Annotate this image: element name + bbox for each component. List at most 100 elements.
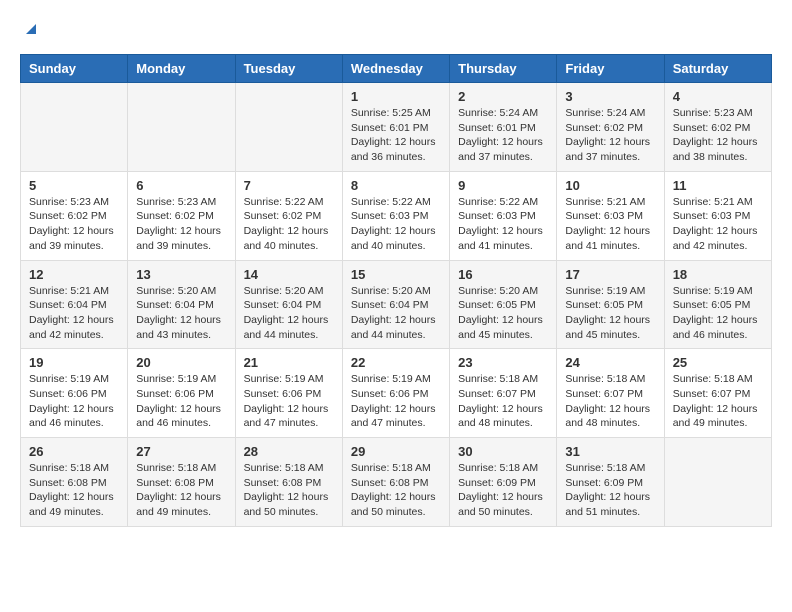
- calendar-body: 1 Sunrise: 5:25 AM Sunset: 6:01 PM Daylig…: [21, 83, 772, 527]
- day-info: Sunrise: 5:19 AM Sunset: 6:06 PM Dayligh…: [136, 372, 226, 431]
- day-info: Sunrise: 5:21 AM Sunset: 6:04 PM Dayligh…: [29, 284, 119, 343]
- day-number: 15: [351, 267, 441, 282]
- calendar-cell-4-5: 31 Sunrise: 5:18 AM Sunset: 6:09 PM Dayli…: [557, 438, 664, 527]
- day-number: 23: [458, 355, 548, 370]
- calendar-row-4: 26 Sunrise: 5:18 AM Sunset: 6:08 PM Dayli…: [21, 438, 772, 527]
- calendar-cell-1-3: 8 Sunrise: 5:22 AM Sunset: 6:03 PM Daylig…: [342, 171, 449, 260]
- calendar-row-2: 12 Sunrise: 5:21 AM Sunset: 6:04 PM Dayli…: [21, 260, 772, 349]
- weekday-header-monday: Monday: [128, 55, 235, 83]
- day-info: Sunrise: 5:19 AM Sunset: 6:06 PM Dayligh…: [351, 372, 441, 431]
- day-number: 16: [458, 267, 548, 282]
- calendar-cell-1-2: 7 Sunrise: 5:22 AM Sunset: 6:02 PM Daylig…: [235, 171, 342, 260]
- day-number: 27: [136, 444, 226, 459]
- weekday-header-friday: Friday: [557, 55, 664, 83]
- weekday-header-saturday: Saturday: [664, 55, 771, 83]
- day-number: 25: [673, 355, 763, 370]
- day-number: 4: [673, 89, 763, 104]
- weekday-header-sunday: Sunday: [21, 55, 128, 83]
- calendar-cell-1-1: 6 Sunrise: 5:23 AM Sunset: 6:02 PM Daylig…: [128, 171, 235, 260]
- day-number: 12: [29, 267, 119, 282]
- day-number: 17: [565, 267, 655, 282]
- day-info: Sunrise: 5:21 AM Sunset: 6:03 PM Dayligh…: [673, 195, 763, 254]
- calendar-row-0: 1 Sunrise: 5:25 AM Sunset: 6:01 PM Daylig…: [21, 83, 772, 172]
- day-number: 2: [458, 89, 548, 104]
- logo: [20, 20, 40, 38]
- day-number: 20: [136, 355, 226, 370]
- day-number: 1: [351, 89, 441, 104]
- logo-triangle-icon: [22, 20, 40, 38]
- calendar-cell-2-0: 12 Sunrise: 5:21 AM Sunset: 6:04 PM Dayli…: [21, 260, 128, 349]
- day-info: Sunrise: 5:18 AM Sunset: 6:08 PM Dayligh…: [136, 461, 226, 520]
- day-number: 31: [565, 444, 655, 459]
- calendar-cell-3-4: 23 Sunrise: 5:18 AM Sunset: 6:07 PM Dayli…: [450, 349, 557, 438]
- day-info: Sunrise: 5:22 AM Sunset: 6:03 PM Dayligh…: [351, 195, 441, 254]
- day-info: Sunrise: 5:23 AM Sunset: 6:02 PM Dayligh…: [136, 195, 226, 254]
- calendar-cell-3-0: 19 Sunrise: 5:19 AM Sunset: 6:06 PM Dayli…: [21, 349, 128, 438]
- calendar-cell-1-0: 5 Sunrise: 5:23 AM Sunset: 6:02 PM Daylig…: [21, 171, 128, 260]
- day-info: Sunrise: 5:20 AM Sunset: 6:04 PM Dayligh…: [136, 284, 226, 343]
- calendar-cell-0-3: 1 Sunrise: 5:25 AM Sunset: 6:01 PM Daylig…: [342, 83, 449, 172]
- calendar-cell-3-6: 25Sunrise: 5:18 AM Sunset: 6:07 PM Dayli…: [664, 349, 771, 438]
- calendar-cell-0-0: [21, 83, 128, 172]
- day-number: 28: [244, 444, 334, 459]
- calendar-cell-0-5: 3Sunrise: 5:24 AM Sunset: 6:02 PM Daylig…: [557, 83, 664, 172]
- page-header: [20, 20, 772, 38]
- day-info: Sunrise: 5:19 AM Sunset: 6:06 PM Dayligh…: [244, 372, 334, 431]
- calendar-cell-0-4: 2Sunrise: 5:24 AM Sunset: 6:01 PM Daylig…: [450, 83, 557, 172]
- weekday-header-row: SundayMondayTuesdayWednesdayThursdayFrid…: [21, 55, 772, 83]
- calendar-cell-4-1: 27 Sunrise: 5:18 AM Sunset: 6:08 PM Dayli…: [128, 438, 235, 527]
- calendar-cell-4-6: [664, 438, 771, 527]
- day-info: Sunrise: 5:19 AM Sunset: 6:05 PM Dayligh…: [565, 284, 655, 343]
- day-number: 29: [351, 444, 441, 459]
- day-number: 7: [244, 178, 334, 193]
- calendar-cell-2-6: 18 Sunrise: 5:19 AM Sunset: 6:05 PM Dayli…: [664, 260, 771, 349]
- day-info: Sunrise: 5:18 AM Sunset: 6:08 PM Dayligh…: [244, 461, 334, 520]
- calendar-cell-4-0: 26 Sunrise: 5:18 AM Sunset: 6:08 PM Dayli…: [21, 438, 128, 527]
- calendar-cell-3-5: 24Sunrise: 5:18 AM Sunset: 6:07 PM Dayli…: [557, 349, 664, 438]
- weekday-header-thursday: Thursday: [450, 55, 557, 83]
- day-number: 22: [351, 355, 441, 370]
- day-info: Sunrise: 5:18 AM Sunset: 6:07 PM Dayligh…: [458, 372, 548, 431]
- day-info: Sunrise: 5:18 AM Sunset: 6:08 PM Dayligh…: [29, 461, 119, 520]
- weekday-header-tuesday: Tuesday: [235, 55, 342, 83]
- calendar-cell-3-1: 20 Sunrise: 5:19 AM Sunset: 6:06 PM Dayli…: [128, 349, 235, 438]
- calendar-cell-2-1: 13 Sunrise: 5:20 AM Sunset: 6:04 PM Dayli…: [128, 260, 235, 349]
- calendar-cell-0-6: 4 Sunrise: 5:23 AM Sunset: 6:02 PM Daylig…: [664, 83, 771, 172]
- day-number: 14: [244, 267, 334, 282]
- day-number: 30: [458, 444, 548, 459]
- calendar-cell-3-2: 21 Sunrise: 5:19 AM Sunset: 6:06 PM Dayli…: [235, 349, 342, 438]
- day-info: Sunrise: 5:22 AM Sunset: 6:02 PM Dayligh…: [244, 195, 334, 254]
- day-info: Sunrise: 5:22 AM Sunset: 6:03 PM Dayligh…: [458, 195, 548, 254]
- calendar-cell-2-4: 16 Sunrise: 5:20 AM Sunset: 6:05 PM Dayli…: [450, 260, 557, 349]
- day-info: Sunrise: 5:21 AM Sunset: 6:03 PM Dayligh…: [565, 195, 655, 254]
- day-number: 3: [565, 89, 655, 104]
- day-info: Sunrise: 5:20 AM Sunset: 6:04 PM Dayligh…: [351, 284, 441, 343]
- day-number: 11: [673, 178, 763, 193]
- day-number: 10: [565, 178, 655, 193]
- day-info: Sunrise: 5:20 AM Sunset: 6:05 PM Dayligh…: [458, 284, 548, 343]
- day-number: 13: [136, 267, 226, 282]
- calendar-cell-4-2: 28 Sunrise: 5:18 AM Sunset: 6:08 PM Dayli…: [235, 438, 342, 527]
- day-info: Sunrise: 5:23 AM Sunset: 6:02 PM Dayligh…: [673, 106, 763, 165]
- day-info: Sunrise: 5:23 AM Sunset: 6:02 PM Dayligh…: [29, 195, 119, 254]
- day-info: Sunrise: 5:18 AM Sunset: 6:08 PM Dayligh…: [351, 461, 441, 520]
- day-info: Sunrise: 5:18 AM Sunset: 6:09 PM Dayligh…: [565, 461, 655, 520]
- calendar-cell-1-6: 11 Sunrise: 5:21 AM Sunset: 6:03 PM Dayli…: [664, 171, 771, 260]
- day-number: 6: [136, 178, 226, 193]
- calendar-row-3: 19 Sunrise: 5:19 AM Sunset: 6:06 PM Dayli…: [21, 349, 772, 438]
- day-info: Sunrise: 5:19 AM Sunset: 6:05 PM Dayligh…: [673, 284, 763, 343]
- day-number: 26: [29, 444, 119, 459]
- day-info: Sunrise: 5:25 AM Sunset: 6:01 PM Dayligh…: [351, 106, 441, 165]
- calendar-table: SundayMondayTuesdayWednesdayThursdayFrid…: [20, 54, 772, 527]
- day-number: 19: [29, 355, 119, 370]
- day-info: Sunrise: 5:19 AM Sunset: 6:06 PM Dayligh…: [29, 372, 119, 431]
- calendar-cell-3-3: 22 Sunrise: 5:19 AM Sunset: 6:06 PM Dayli…: [342, 349, 449, 438]
- day-number: 5: [29, 178, 119, 193]
- day-number: 8: [351, 178, 441, 193]
- calendar-row-1: 5 Sunrise: 5:23 AM Sunset: 6:02 PM Daylig…: [21, 171, 772, 260]
- day-number: 18: [673, 267, 763, 282]
- day-info: Sunrise: 5:18 AM Sunset: 6:09 PM Dayligh…: [458, 461, 548, 520]
- calendar-cell-1-5: 10 Sunrise: 5:21 AM Sunset: 6:03 PM Dayli…: [557, 171, 664, 260]
- calendar-cell-1-4: 9Sunrise: 5:22 AM Sunset: 6:03 PM Daylig…: [450, 171, 557, 260]
- day-number: 21: [244, 355, 334, 370]
